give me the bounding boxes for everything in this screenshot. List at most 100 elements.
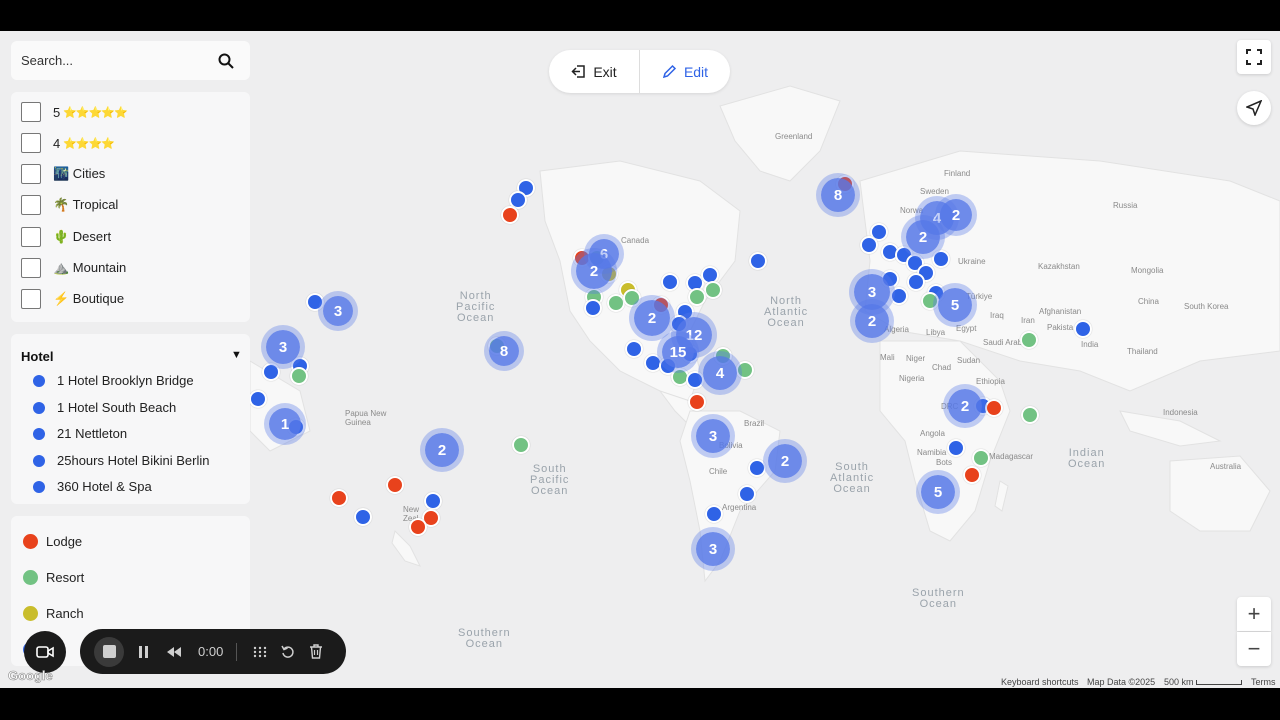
- marker-cluster[interactable]: 5: [921, 475, 955, 509]
- edit-button[interactable]: Edit: [640, 50, 730, 93]
- hotel-list-item[interactable]: 1 Hotel South Beach: [33, 400, 176, 415]
- filter-cities[interactable]: 🌃 Cities: [21, 164, 105, 184]
- fullscreen-button[interactable]: [1237, 40, 1271, 74]
- marker-cluster[interactable]: 4: [703, 356, 737, 390]
- hotel-marker[interactable]: [330, 489, 348, 507]
- hotel-marker[interactable]: [354, 508, 372, 526]
- zoom-out-button[interactable]: −: [1237, 632, 1271, 666]
- filter-boutique[interactable]: ⚡ Boutique: [21, 289, 124, 309]
- hotel-marker[interactable]: [625, 340, 643, 358]
- map-label-southern-ocean-west: Southern Ocean: [458, 627, 511, 650]
- filter-mountain[interactable]: ⛰️ Mountain: [21, 258, 126, 278]
- restart-button[interactable]: [281, 645, 295, 659]
- hotel-marker[interactable]: [921, 292, 939, 310]
- hotel-marker[interactable]: [409, 518, 427, 536]
- hotel-marker[interactable]: [501, 206, 519, 224]
- hotel-marker[interactable]: [386, 476, 404, 494]
- hotel-marker[interactable]: [748, 459, 766, 477]
- hotel-marker[interactable]: [688, 393, 706, 411]
- pause-button[interactable]: [138, 645, 150, 659]
- hotel-marker[interactable]: [947, 439, 965, 457]
- legend-item-resort[interactable]: Resort: [23, 570, 84, 585]
- hotel-marker[interactable]: [306, 293, 324, 311]
- search-box[interactable]: Search...: [11, 41, 250, 80]
- delete-button[interactable]: [309, 644, 323, 659]
- filter-desert[interactable]: 🌵 Desert: [21, 227, 111, 247]
- marker-cluster[interactable]: 2: [906, 220, 940, 254]
- chevron-down-icon[interactable]: ▼: [231, 349, 242, 361]
- hotel-marker[interactable]: [249, 390, 267, 408]
- hotel-marker[interactable]: [262, 363, 280, 381]
- marker-cluster[interactable]: 2: [634, 300, 670, 336]
- hotel-marker[interactable]: [661, 273, 679, 291]
- hotel-list-item[interactable]: 25hours Hotel Bikini Berlin: [33, 453, 209, 468]
- search-input[interactable]: Search...: [21, 53, 218, 68]
- rewind-button[interactable]: [166, 646, 182, 658]
- hotel-marker[interactable]: [688, 288, 706, 306]
- marker-cluster[interactable]: 3: [323, 296, 353, 326]
- marker-cluster[interactable]: 2: [425, 433, 459, 467]
- hotel-marker[interactable]: [738, 485, 756, 503]
- hotel-marker[interactable]: [686, 371, 704, 389]
- marker-cluster[interactable]: 8: [489, 336, 519, 366]
- hotel-marker[interactable]: [1020, 331, 1038, 349]
- hotel-list-item[interactable]: 360 Hotel & Spa: [33, 479, 152, 494]
- marker-cluster[interactable]: 15: [662, 336, 694, 368]
- filter-checkbox[interactable]: [21, 164, 41, 184]
- hotel-marker[interactable]: [736, 361, 754, 379]
- exit-icon: [571, 65, 586, 78]
- hotel-list-item[interactable]: 1 Hotel Brooklyn Bridge: [33, 373, 194, 388]
- bottom-letterbox: [0, 688, 1280, 720]
- marker-cluster[interactable]: 2: [948, 389, 982, 423]
- keyboard-shortcuts-link[interactable]: Keyboard shortcuts: [1001, 677, 1079, 687]
- hotel-marker[interactable]: [907, 273, 925, 291]
- hotel-marker[interactable]: [890, 287, 908, 305]
- stop-button[interactable]: [94, 636, 124, 667]
- hotel-marker[interactable]: [584, 299, 602, 317]
- terms-link[interactable]: Terms: [1251, 677, 1276, 687]
- search-icon[interactable]: [218, 53, 234, 69]
- hotel-marker[interactable]: [512, 436, 530, 454]
- hotel-list-item[interactable]: 21 Nettleton: [33, 426, 127, 441]
- filter-tropical[interactable]: 🌴 Tropical: [21, 195, 118, 215]
- my-location-button[interactable]: [1237, 91, 1271, 125]
- hotel-marker[interactable]: [290, 367, 308, 385]
- drag-handle[interactable]: [253, 645, 267, 659]
- legend-item-ranch[interactable]: Ranch: [23, 606, 84, 621]
- filter-5-stars[interactable]: 5 ⭐⭐⭐⭐⭐: [21, 102, 128, 122]
- filter-checkbox[interactable]: [21, 102, 41, 122]
- filter-checkbox[interactable]: [21, 289, 41, 309]
- marker-cluster[interactable]: 2: [855, 304, 889, 338]
- marker-cluster[interactable]: 8: [821, 178, 855, 212]
- marker-cluster[interactable]: 1: [269, 408, 301, 440]
- hotel-marker[interactable]: [963, 466, 981, 484]
- marker-cluster[interactable]: 3: [696, 532, 730, 566]
- plus-icon: +: [1247, 601, 1261, 626]
- hotel-marker[interactable]: [749, 252, 767, 270]
- hotel-marker[interactable]: [985, 399, 1003, 417]
- hotel-marker[interactable]: [424, 492, 442, 510]
- hotel-marker[interactable]: [972, 449, 990, 467]
- marker-cluster[interactable]: 2: [940, 199, 972, 231]
- marker-cluster[interactable]: 3: [696, 419, 730, 453]
- camera-button[interactable]: [24, 631, 66, 673]
- hotel-marker[interactable]: [1074, 320, 1092, 338]
- marker-cluster[interactable]: 3: [266, 330, 300, 364]
- filter-checkbox[interactable]: [21, 195, 41, 215]
- filter-checkbox[interactable]: [21, 258, 41, 278]
- filter-4-stars[interactable]: 4 ⭐⭐⭐⭐: [21, 133, 115, 153]
- hotel-marker[interactable]: [932, 250, 950, 268]
- hotel-marker[interactable]: [860, 236, 878, 254]
- marker-cluster[interactable]: 5: [938, 288, 972, 322]
- marker-cluster[interactable]: 2: [768, 444, 802, 478]
- hotel-marker[interactable]: [1021, 406, 1039, 424]
- marker-cluster[interactable]: 2: [576, 253, 612, 289]
- legend-item-lodge[interactable]: Lodge: [23, 534, 82, 549]
- zoom-in-button[interactable]: +: [1237, 597, 1271, 631]
- hotel-dot-icon: [33, 401, 45, 414]
- exit-button[interactable]: Exit: [549, 50, 639, 93]
- filter-checkbox[interactable]: [21, 133, 41, 153]
- filter-checkbox[interactable]: [21, 227, 41, 247]
- hotel-marker[interactable]: [705, 505, 723, 523]
- hotel-marker[interactable]: [704, 281, 722, 299]
